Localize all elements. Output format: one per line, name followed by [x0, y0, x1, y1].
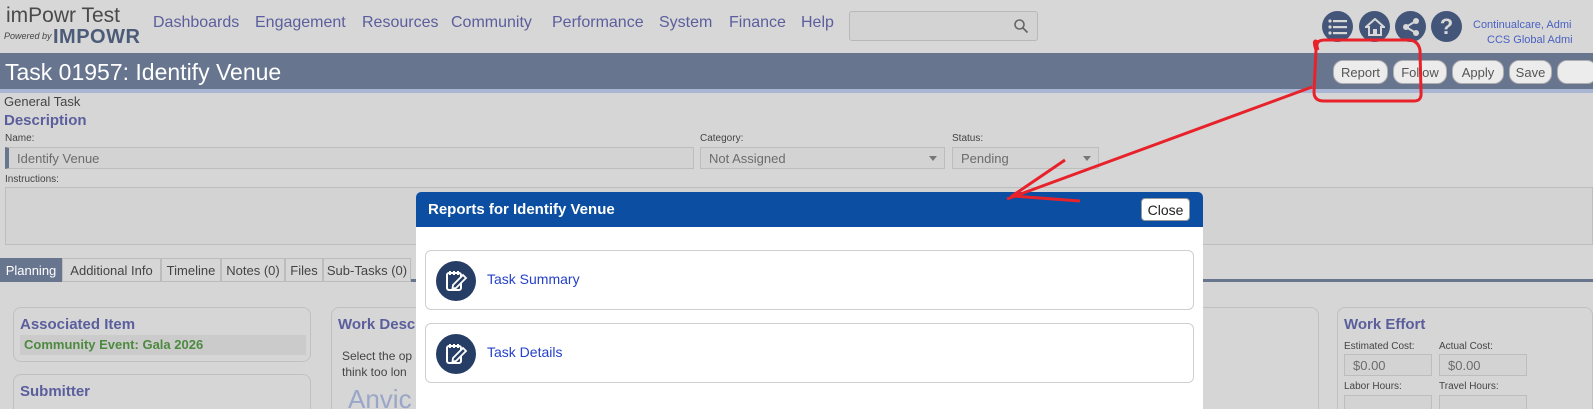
nav-resources[interactable]: Resources	[362, 14, 438, 32]
modal-header: Reports for Identify Venue Close	[416, 192, 1203, 227]
nav-dashboards[interactable]: Dashboards	[153, 14, 239, 32]
estimated-cost-field[interactable]: $0.00	[1344, 354, 1432, 376]
chevron-down-icon	[1083, 156, 1091, 161]
close-button[interactable]: Close	[1141, 198, 1190, 221]
category-value: Not Assigned	[709, 151, 786, 166]
user-name[interactable]: Continualcare, Admi	[1473, 19, 1571, 31]
nav-finance[interactable]: Finance	[729, 14, 786, 32]
report-item-task-summary[interactable]: Task Summary	[425, 250, 1194, 310]
travel-hours-label: Travel Hours:	[1439, 381, 1499, 392]
tab-sub-tasks[interactable]: Sub-Tasks (0)	[323, 258, 411, 282]
nav-performance[interactable]: Performance	[552, 14, 644, 32]
instructions-label: Instructions:	[5, 174, 59, 185]
chevron-down-icon	[929, 156, 937, 161]
reports-modal: Reports for Identify Venue Close Task Su…	[416, 192, 1203, 409]
associated-item-link[interactable]: Community Event: Gala 2026	[20, 335, 306, 355]
category-label: Category:	[700, 133, 744, 144]
modal-title: Reports for Identify Venue	[428, 201, 615, 218]
status-select[interactable]: Pending	[952, 147, 1099, 169]
status-value: Pending	[961, 151, 1009, 166]
tab-planning[interactable]: Planning	[0, 258, 62, 282]
nav-system[interactable]: System	[659, 14, 712, 32]
follow-button[interactable]: Follow	[1393, 60, 1447, 84]
report-item-task-details[interactable]: Task Details	[425, 323, 1194, 383]
work-effort-panel: Work Effort Estimated Cost: $0.00 Actual…	[1337, 307, 1593, 409]
actual-cost-label: Actual Cost:	[1439, 341, 1493, 352]
apply-button[interactable]: Apply	[1452, 60, 1504, 84]
actual-cost-field[interactable]: $0.00	[1439, 354, 1527, 376]
list-icon[interactable]	[1322, 11, 1353, 42]
help-icon[interactable]: ?	[1431, 11, 1462, 42]
search-icon[interactable]	[1013, 18, 1029, 34]
description-heading: Description	[4, 112, 87, 129]
estimated-cost-label: Estimated Cost:	[1344, 341, 1415, 352]
associated-item-heading: Associated Item	[20, 316, 136, 333]
save-button[interactable]: Save	[1509, 60, 1552, 84]
title-accent-strip	[0, 89, 1593, 93]
powered-by-label: Powered by	[4, 31, 52, 41]
report-label[interactable]: Task Summary	[487, 271, 580, 287]
tab-timeline[interactable]: Timeline	[161, 258, 221, 282]
work-effort-heading: Work Effort	[1344, 316, 1426, 333]
nav-engagement[interactable]: Engagement	[255, 14, 346, 32]
associated-item-panel: Associated Item Community Event: Gala 20…	[13, 307, 311, 362]
work-description-heading: Work Descr	[338, 316, 422, 333]
work-description-heading-text: Anvic	[348, 384, 412, 409]
report-edit-icon	[436, 261, 476, 301]
search-input[interactable]	[849, 11, 1038, 41]
submitter-panel: Submitter	[13, 374, 311, 409]
work-description-text-2: think too lon	[342, 365, 407, 379]
report-button[interactable]: Report	[1333, 60, 1388, 84]
tab-additional-info[interactable]: Additional Info	[62, 258, 161, 282]
report-edit-icon	[436, 334, 476, 374]
labor-hours-label: Labor Hours:	[1344, 381, 1402, 392]
nav-community[interactable]: Community	[451, 14, 532, 32]
submitter-heading: Submitter	[20, 383, 91, 400]
status-label: Status:	[952, 133, 984, 144]
more-button[interactable]	[1557, 60, 1593, 84]
travel-hours-field[interactable]	[1439, 395, 1527, 409]
labor-hours-field[interactable]	[1344, 395, 1432, 409]
page-title: Task 01957: Identify Venue	[5, 59, 282, 85]
share-icon[interactable]	[1395, 11, 1426, 42]
app-title: imPowr Test	[6, 4, 120, 27]
tab-notes[interactable]: Notes (0)	[221, 258, 285, 282]
task-type-label: General Task	[4, 94, 81, 109]
home-icon[interactable]	[1359, 11, 1390, 42]
name-field[interactable]: Identify Venue	[5, 147, 694, 169]
nav-help[interactable]: Help	[801, 14, 834, 32]
work-description-text-1: Select the op	[342, 349, 413, 363]
tab-files[interactable]: Files	[285, 258, 323, 282]
annotation-arrow	[1006, 85, 1313, 201]
impowr-logo: IMPOWR	[53, 26, 141, 48]
name-label: Name:	[5, 133, 35, 144]
user-role[interactable]: CCS Global Admi	[1487, 34, 1573, 46]
report-label[interactable]: Task Details	[487, 344, 562, 360]
category-select[interactable]: Not Assigned	[700, 147, 945, 169]
